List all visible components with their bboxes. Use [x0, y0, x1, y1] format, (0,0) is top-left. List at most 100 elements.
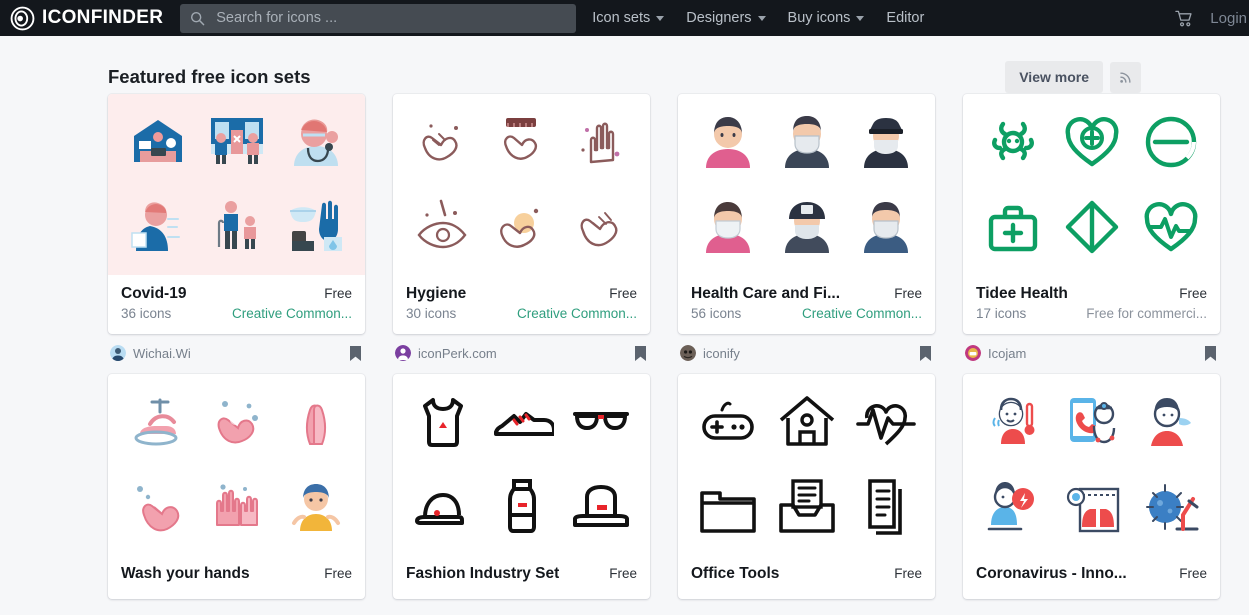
icon-set-title[interactable]: Tidee Health — [976, 285, 1068, 303]
thumb-circle-line-icon — [1145, 117, 1196, 168]
icon-set-price: Free — [894, 286, 922, 301]
icon-set-price: Free — [324, 566, 352, 581]
thumb-fever-thermometer-icon — [992, 397, 1034, 445]
author-link[interactable]: iconPerk.com — [395, 345, 497, 361]
icon-set-count: 30 icons — [406, 306, 457, 321]
icon-set-card[interactable]: Office Tools Free — [678, 374, 935, 599]
icon-set-meta: Fashion Industry Set Free — [393, 555, 650, 599]
icon-set-title[interactable]: Coronavirus - Inno... — [976, 565, 1127, 583]
icon-set-count: 56 icons — [691, 306, 742, 321]
thumb-sneaker-icon — [493, 412, 554, 437]
icon-set-cell: Wash your hands Free — [108, 374, 365, 599]
avatar — [395, 345, 411, 361]
thumb-microscope-virus-icon — [1145, 483, 1198, 531]
icon-set-price: Free — [1179, 286, 1207, 301]
top-navigation-bar: ICONFINDER Icon sets Designers Buy icons… — [0, 0, 1249, 36]
icon-set-title[interactable]: Fashion Industry Set — [406, 565, 559, 583]
nav-item-designers[interactable]: Designers — [686, 10, 766, 26]
icon-set-thumbnails — [393, 374, 650, 555]
icon-set-cell: Coronavirus - Inno... Free — [963, 374, 1220, 599]
thumb-folder-icon — [699, 490, 756, 533]
thumb-cap-icon — [414, 492, 464, 525]
author-link[interactable]: Icojam — [965, 345, 1026, 361]
shopping-cart-icon[interactable] — [1175, 9, 1194, 28]
thumb-glove-hand-icon — [580, 122, 619, 164]
icon-set-cell: Covid-19 Free 36 icons Creative Common..… — [108, 94, 365, 364]
icon-set-card[interactable]: Coronavirus - Inno... Free — [963, 374, 1220, 599]
thumb-heart-pulse-icon — [1144, 201, 1197, 251]
icon-set-cell: Office Tools Free — [678, 374, 935, 599]
icon-set-card[interactable]: Wash your hands Free — [108, 374, 365, 599]
icon-set-author-row: iconPerk.com — [393, 334, 650, 364]
thumb-eye-dropper-icon — [416, 199, 467, 248]
thumb-glasses-icon — [572, 412, 629, 431]
bookmark-icon[interactable] — [350, 345, 361, 361]
search-input[interactable] — [214, 9, 567, 27]
thumb-cough-sneeze-icon — [987, 481, 1034, 531]
section-header: Featured free icon sets View more — [108, 36, 1141, 94]
icon-set-price: Free — [324, 286, 352, 301]
thumb-avatar-woman-icon — [705, 117, 750, 169]
author-link[interactable]: iconify — [680, 345, 740, 361]
icon-set-card[interactable]: Covid-19 Free 36 icons Creative Common..… — [108, 94, 365, 334]
nav-item-editor[interactable]: Editor — [886, 10, 924, 26]
search-box[interactable] — [180, 3, 577, 33]
thumb-heart-plus-icon — [1065, 117, 1118, 167]
icon-set-card[interactable]: Health Care and Fi... Free 56 icons Crea… — [678, 94, 935, 334]
thumb-washing-hands-icon — [422, 124, 458, 161]
icon-set-thumbnails — [108, 94, 365, 275]
avatar — [110, 345, 126, 361]
thumb-work-from-home-icon — [133, 120, 182, 163]
bookmark-icon[interactable] — [635, 345, 646, 361]
thumb-avatar-mask-icon — [784, 116, 829, 169]
icon-set-license[interactable]: Free for commerci... — [1086, 306, 1207, 321]
iconfinder-logo-icon — [10, 6, 35, 30]
rss-feed-button[interactable] — [1110, 61, 1141, 93]
icon-set-title[interactable]: Covid-19 — [121, 285, 186, 303]
icon-set-card[interactable]: Fashion Industry Set Free — [393, 374, 650, 599]
thumb-documents-icon — [867, 478, 902, 535]
brand-logo[interactable]: ICONFINDER — [10, 6, 177, 31]
nav-item-buy-icons[interactable]: Buy icons — [788, 10, 865, 26]
icon-set-license[interactable]: Creative Common... — [517, 306, 637, 321]
thumb-gamepad-icon — [701, 402, 754, 441]
thumb-hat-icon — [572, 484, 629, 527]
thumb-praying-hands-icon — [305, 404, 326, 446]
icon-set-author-row: iconify — [678, 334, 935, 364]
thumb-hand-rub-icon — [580, 211, 617, 247]
icon-set-title[interactable]: Office Tools — [691, 565, 779, 583]
icon-set-card[interactable]: Tidee Health Free 17 icons Free for comm… — [963, 94, 1220, 334]
icon-set-author-row: Icojam — [963, 334, 1220, 364]
icon-set-thumbnails — [393, 94, 650, 275]
login-link[interactable]: Login — [1210, 10, 1247, 27]
thumb-girl-celebrating-icon — [291, 483, 340, 531]
thumb-wash-hands-water-icon — [136, 485, 179, 532]
view-more-button[interactable]: View more — [1005, 61, 1103, 93]
icon-set-meta: Covid-19 Free 36 icons Creative Common..… — [108, 275, 365, 334]
thumb-virus-bug-icon — [991, 122, 1034, 161]
icon-set-title[interactable]: Health Care and Fi... — [691, 285, 840, 303]
icon-set-title[interactable]: Wash your hands — [121, 565, 250, 583]
icon-set-thumbnails — [108, 374, 365, 555]
author-link[interactable]: Wichai.Wi — [110, 345, 191, 361]
thumb-medical-kit-icon — [988, 205, 1037, 251]
bookmark-icon[interactable] — [1205, 345, 1216, 361]
icon-set-thumbnails — [678, 94, 935, 275]
thumb-hand-faucet-icon — [134, 398, 177, 446]
page-content: Featured free icon sets View more Covid-… — [0, 36, 1249, 599]
icon-set-title[interactable]: Hygiene — [406, 285, 466, 303]
icon-set-price: Free — [609, 566, 637, 581]
brand-name: ICONFINDER — [42, 7, 164, 28]
chevron-down-icon — [856, 15, 865, 21]
icon-set-license[interactable]: Creative Common... — [802, 306, 922, 321]
nav-item-icon-sets[interactable]: Icon sets — [592, 10, 665, 26]
thumb-elderly-child-icon — [217, 200, 256, 249]
icon-set-card[interactable]: Hygiene Free 30 icons Creative Common... — [393, 94, 650, 334]
bookmark-icon[interactable] — [920, 345, 931, 361]
thumb-lungs-xray-icon — [1066, 487, 1119, 532]
thumb-inbox-document-icon — [778, 479, 835, 533]
author-name: Icojam — [988, 345, 1027, 361]
icon-set-meta: Hygiene Free 30 icons Creative Common... — [393, 275, 650, 334]
icon-set-license[interactable]: Creative Common... — [232, 306, 352, 321]
icon-set-count: 17 icons — [976, 306, 1027, 321]
